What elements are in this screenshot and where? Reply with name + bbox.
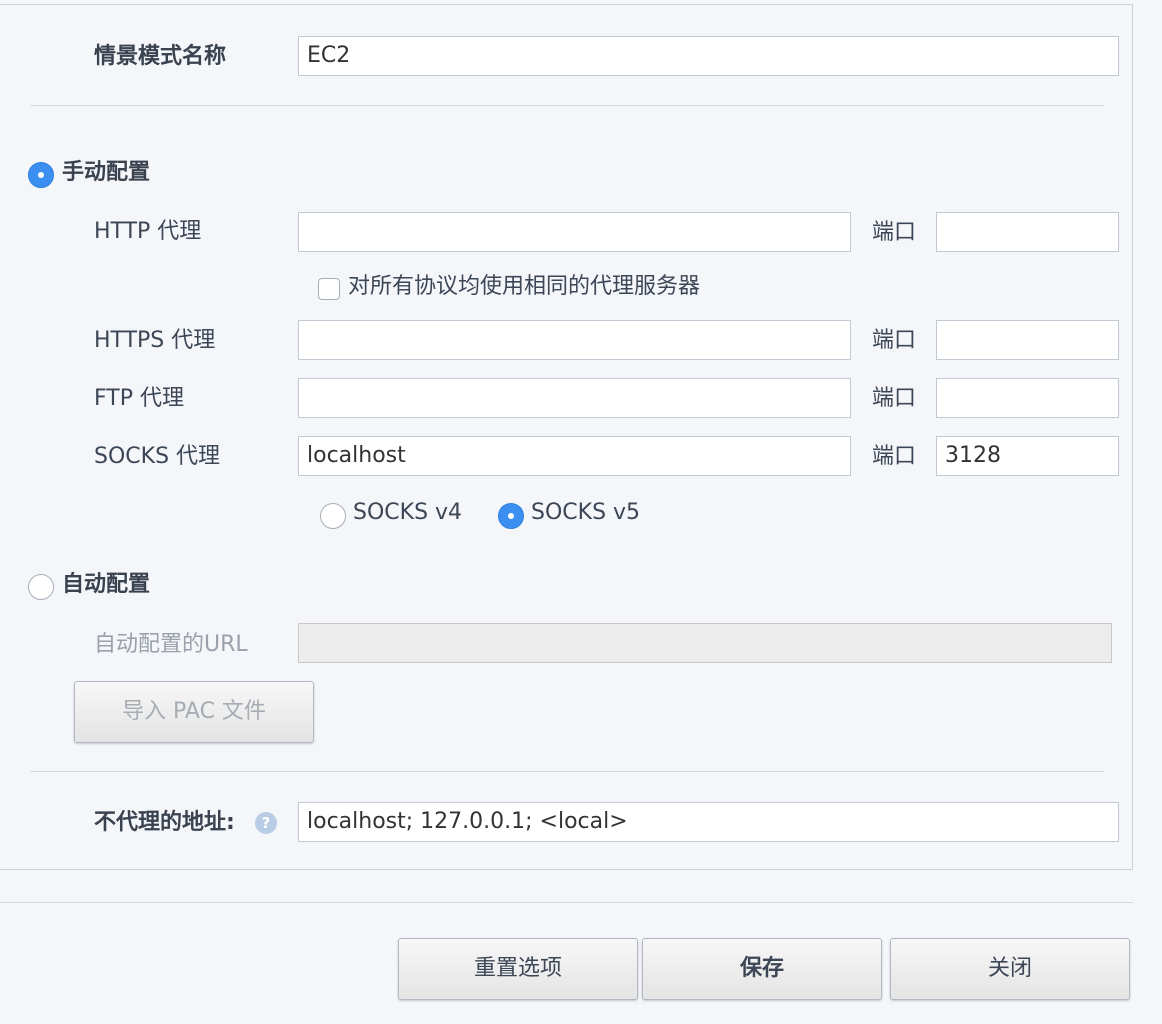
https-proxy-input[interactable] — [298, 320, 851, 360]
auto-config-url-input[interactable] — [298, 623, 1112, 663]
socks-v4-label: SOCKS v4 — [353, 500, 463, 525]
no-proxy-input[interactable]: localhost; 127.0.0.1; <local> — [298, 802, 1119, 842]
save-button[interactable]: 保存 — [642, 938, 882, 1000]
manual-config-label: 手动配置 — [62, 160, 151, 185]
http-proxy-input[interactable] — [298, 212, 851, 252]
manual-config-radio[interactable] — [28, 162, 54, 188]
https-proxy-label: HTTPS 代理 — [94, 328, 216, 353]
same-proxy-label: 对所有协议均使用相同的代理服务器 — [348, 274, 701, 299]
http-port-label: 端口 — [872, 220, 917, 245]
question-icon[interactable]: ? — [255, 812, 277, 834]
auto-config-label: 自动配置 — [62, 572, 151, 597]
profile-name-label: 情景模式名称 — [94, 44, 227, 69]
ftp-proxy-input[interactable] — [298, 378, 851, 418]
proxy-settings-panel: 情景模式名称 EC2 手动配置 HTTP 代理 端口 对所有协议均使用相同的代理… — [0, 4, 1133, 870]
socks-proxy-input[interactable]: localhost — [298, 436, 851, 476]
auto-config-radio[interactable] — [28, 574, 54, 600]
socks-v5-radio[interactable] — [498, 503, 524, 529]
socks-v5-label: SOCKS v5 — [531, 500, 641, 525]
auto-config-url-label: 自动配置的URL — [94, 632, 248, 657]
ftp-port-input[interactable] — [936, 378, 1119, 418]
same-proxy-checkbox[interactable] — [318, 278, 340, 300]
http-proxy-label: HTTP 代理 — [94, 219, 202, 244]
profile-name-input[interactable]: EC2 — [298, 36, 1119, 76]
socks-proxy-label: SOCKS 代理 — [94, 444, 221, 469]
no-proxy-label: 不代理的地址: — [94, 810, 235, 835]
reset-button[interactable]: 重置选项 — [398, 938, 638, 1000]
ftp-proxy-label: FTP 代理 — [94, 386, 184, 411]
import-pac-button[interactable]: 导入 PAC 文件 — [74, 681, 314, 743]
http-port-input[interactable] — [936, 212, 1119, 252]
close-button[interactable]: 关闭 — [890, 938, 1130, 1000]
divider — [30, 105, 1104, 106]
ftp-port-label: 端口 — [872, 386, 917, 411]
https-port-label: 端口 — [872, 328, 917, 353]
socks-port-input[interactable]: 3128 — [936, 436, 1119, 476]
divider — [30, 771, 1104, 772]
footer-divider — [0, 902, 1133, 903]
socks-v4-radio[interactable] — [320, 503, 346, 529]
socks-port-label: 端口 — [872, 444, 917, 469]
https-port-input[interactable] — [936, 320, 1119, 360]
